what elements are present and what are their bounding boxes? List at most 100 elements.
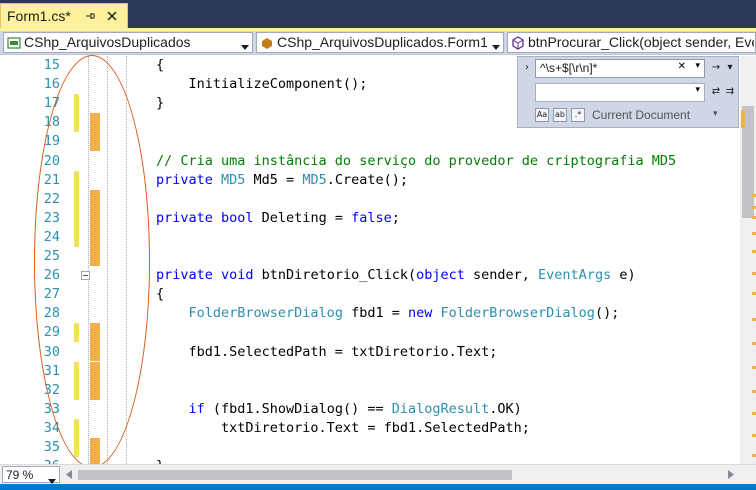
project-dropdown-label: CShp_ArquivosDuplicados — [24, 34, 191, 50]
whole-word-icon[interactable]: ab — [553, 108, 567, 122]
scroll-change-marker — [752, 366, 756, 369]
code-token: Md5 = — [245, 171, 303, 188]
code-text: { — [156, 57, 164, 73]
code-token: ; — [391, 209, 400, 226]
scroll-change-marker — [752, 412, 756, 415]
scroll-change-marker — [752, 390, 756, 393]
line-number: 34 — [43, 419, 60, 436]
code-token: (fbd1.ShowDialog() == — [204, 400, 392, 417]
method-icon — [511, 36, 525, 50]
scroll-change-marker — [752, 194, 756, 197]
code-token: // Cria uma instância do serviço do prov… — [156, 152, 677, 169]
document-tab[interactable]: Form1.cs* — [0, 3, 128, 28]
code-token: private — [156, 171, 222, 188]
code-token: { — [156, 57, 165, 73]
vertical-scrollbar[interactable] — [740, 56, 756, 464]
scroll-change-marker — [752, 342, 756, 345]
horizontal-scrollbar[interactable] — [62, 466, 740, 483]
scroll-change-marker — [752, 250, 756, 253]
navigation-bar: CShp_ArquivosDuplicados CShp_ArquivosDup… — [0, 31, 756, 55]
document-tab-strip: Form1.cs* — [0, 0, 756, 28]
code-token: fbd1 = — [342, 305, 408, 322]
class-dropdown[interactable]: CShp_ArquivosDuplicados.Form1 — [256, 32, 504, 53]
find-next-icon[interactable]: → — [710, 62, 722, 74]
line-number: 16 — [43, 76, 60, 93]
code-token: Deleting = — [261, 209, 352, 226]
zoom-level: 79 % — [6, 468, 34, 482]
chevron-down-icon — [492, 40, 500, 50]
expand-replace-icon[interactable]: › — [521, 62, 533, 74]
scroll-change-marker — [741, 110, 745, 128]
code-line[interactable]: 36} — [0, 457, 740, 464]
close-icon[interactable] — [105, 9, 119, 23]
status-strip — [0, 484, 756, 490]
code-token: new — [407, 305, 441, 322]
chevron-down-icon — [241, 40, 249, 50]
code-text: txtDiretorio.Text = fbd1.SelectedPath; — [156, 420, 530, 436]
find-options-chevron-icon[interactable]: ▾ — [724, 62, 736, 74]
zoom-dropdown[interactable]: 79 % — [2, 466, 60, 484]
scroll-change-marker — [752, 454, 756, 457]
scroll-right-icon[interactable] — [726, 469, 736, 480]
code-text: } — [156, 95, 164, 111]
code-token: } — [156, 95, 165, 112]
scope-chevron-icon[interactable]: ▾ — [713, 109, 718, 119]
member-dropdown[interactable]: btnProcurar_Click(object sender, EventAr… — [507, 32, 756, 53]
search-input[interactable]: ^\s+$[\r\n]* ✕ ▾ — [535, 59, 705, 78]
line-number: 15 — [43, 57, 60, 73]
code-token: { — [156, 286, 165, 303]
find-widget: › ^\s+$[\r\n]* ✕ ▾ → ▾ ▾ ⇄ ⇉ Aa ab .* Cu… — [517, 56, 739, 128]
code-token: MD5 — [302, 171, 327, 188]
code-text: { — [156, 286, 164, 302]
code-token: false — [351, 209, 392, 226]
code-text: // Cria uma instância do serviço do prov… — [156, 153, 676, 169]
scroll-change-marker — [752, 292, 756, 295]
code-text: FolderBrowserDialog fbd1 = new FolderBro… — [156, 305, 620, 322]
line-number: 35 — [43, 439, 60, 455]
pin-icon[interactable] — [83, 9, 97, 23]
code-token: sender, — [473, 267, 539, 284]
horizontal-scroll-thumb[interactable] — [78, 470, 512, 480]
clear-search-icon[interactable]: ✕ — [678, 61, 686, 72]
replace-next-icon[interactable]: ⇄ — [710, 86, 722, 98]
chevron-down-icon — [48, 473, 56, 484]
replace-history-chevron-icon[interactable]: ▾ — [695, 85, 700, 95]
search-scope[interactable]: Current Document — [592, 108, 690, 122]
csharp-project-icon — [7, 36, 21, 50]
code-token: InitializeComponent(); — [156, 76, 368, 93]
scroll-change-marker — [752, 318, 756, 321]
class-dropdown-label: CShp_ArquivosDuplicados.Form1 — [277, 34, 487, 50]
scroll-change-marker — [752, 232, 756, 235]
code-token: .Create(); — [326, 171, 408, 188]
code-token: DialogResult — [391, 400, 490, 417]
code-token: (); — [594, 305, 620, 322]
code-token: if — [188, 400, 205, 417]
code-token: txtDiretorio.Text = fbd1.SelectedPath; — [156, 419, 530, 436]
code-text: InitializeComponent(); — [156, 76, 368, 93]
scroll-left-icon[interactable] — [64, 469, 74, 480]
code-token: object — [416, 267, 474, 284]
project-dropdown[interactable]: CShp_ArquivosDuplicados — [3, 32, 253, 53]
scroll-change-marker — [752, 434, 756, 437]
code-token: void — [221, 267, 262, 284]
code-token: MD5 — [221, 171, 246, 188]
replace-input[interactable]: ▾ — [535, 83, 705, 102]
scroll-change-marker — [752, 272, 756, 275]
regex-icon[interactable]: .* — [571, 108, 585, 122]
replace-all-icon[interactable]: ⇉ — [724, 86, 736, 98]
code-token: .OK) — [489, 400, 522, 417]
scroll-change-marker — [752, 206, 756, 209]
member-dropdown-label: btnProcurar_Click(object sender, EventAr… — [528, 34, 754, 50]
match-case-icon[interactable]: Aa — [535, 108, 549, 122]
code-token: EventArgs — [538, 267, 612, 284]
code-text: if (fbd1.ShowDialog() == DialogResult.OK… — [156, 401, 522, 417]
search-value: ^\s+$[\r\n]* — [540, 61, 598, 75]
code-token: FolderBrowserDialog — [440, 305, 595, 322]
code-text: private MD5 Md5 = MD5.Create(); — [156, 172, 408, 188]
search-history-chevron-icon[interactable]: ▾ — [695, 61, 700, 71]
scroll-change-marker — [752, 216, 756, 219]
code-text: private void btnDiretorio_Click(object s… — [156, 267, 636, 283]
code-text: private bool Deleting = false; — [156, 210, 400, 226]
